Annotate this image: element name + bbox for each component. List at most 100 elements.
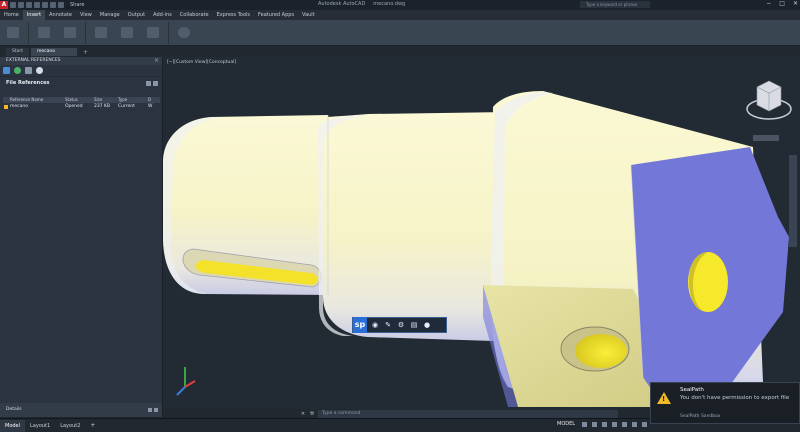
help-icon[interactable] — [36, 67, 43, 74]
import-icon — [95, 27, 107, 38]
grid-icon[interactable] — [582, 422, 587, 427]
polar-icon[interactable] — [612, 422, 617, 427]
tab-insert[interactable]: Insert — [22, 10, 46, 20]
list-view-icon[interactable] — [25, 67, 32, 74]
details-tools — [148, 408, 158, 412]
command-line: ✕ ⚒ Type a command — [300, 409, 640, 418]
print-icon[interactable]: ▤ — [409, 320, 419, 330]
annotation-scale-icon[interactable] — [632, 422, 637, 427]
user-icon[interactable]: ● — [422, 320, 432, 330]
ribbon-tool-4[interactable] — [90, 22, 112, 44]
block-icon — [7, 27, 19, 38]
ribbon-panel — [0, 20, 800, 46]
navigation-bar — [789, 155, 797, 247]
reference-type: Current — [118, 104, 135, 109]
save-as-icon[interactable] — [34, 2, 40, 8]
ribbon-tool-1[interactable] — [2, 22, 24, 44]
preview-icon[interactable] — [154, 408, 158, 412]
close-icon[interactable]: ✕ — [300, 411, 306, 417]
close-icon[interactable]: × — [154, 57, 159, 64]
ortho-icon[interactable] — [602, 422, 607, 427]
3d-model — [163, 80, 797, 407]
data-link-icon — [147, 27, 159, 38]
tab-add-ins[interactable]: Add-ins — [149, 10, 176, 20]
reference-size: 237 KB — [94, 104, 111, 109]
view-icon[interactable]: ◉ — [370, 320, 380, 330]
sealpath-logo-icon: sp — [353, 317, 367, 333]
tab-express-tools[interactable]: Express Tools — [213, 10, 254, 20]
title-bar: A Share Autodesk AutoCAD mecano.dwg Type… — [0, 0, 800, 10]
tab-home[interactable]: Home — [0, 10, 23, 20]
reference-name: mecano — [3, 103, 65, 110]
viewcube-icon — [746, 80, 792, 141]
list-view-icon[interactable] — [146, 81, 151, 86]
plot-icon[interactable] — [42, 2, 48, 8]
references-table: Reference Name Status Size Type D mecano… — [3, 97, 160, 110]
window-controls: − □ ✕ — [766, 0, 798, 7]
command-input[interactable]: Type a command — [318, 409, 618, 418]
file-tab-start[interactable]: Start — [6, 48, 29, 56]
ribbon-tool-5[interactable] — [116, 22, 138, 44]
notification-title: SealPath — [680, 387, 704, 393]
file-tab-mecano[interactable]: mecano — [31, 48, 77, 56]
tab-output[interactable]: Output — [124, 10, 149, 20]
close-icon[interactable]: ✕ — [793, 0, 798, 7]
tab-manage[interactable]: Manage — [96, 10, 124, 20]
palette-toolbar — [0, 65, 162, 77]
ribbon-tool-7[interactable] — [173, 22, 195, 44]
workspace-icon[interactable] — [642, 422, 647, 427]
settings-icon[interactable]: ⚙ — [396, 320, 406, 330]
new-icon[interactable] — [10, 2, 16, 8]
redo-icon[interactable] — [58, 2, 64, 8]
file-references-header: File References — [6, 80, 50, 86]
layout-tab-model[interactable]: Model — [0, 419, 26, 432]
window-title: Autodesk AutoCAD mecano.dwg — [318, 1, 406, 7]
edit-icon[interactable]: ✎ — [383, 320, 393, 330]
minimize-icon[interactable]: − — [766, 0, 771, 7]
tab-vault[interactable]: Vault — [298, 10, 319, 20]
ribbon-tool-6[interactable] — [142, 22, 164, 44]
open-icon[interactable] — [18, 2, 24, 8]
search-input[interactable]: Type a keyword or phrase — [580, 1, 650, 8]
save-icon[interactable] — [26, 2, 32, 8]
model-space-indicator[interactable]: MODEL — [557, 421, 575, 427]
tree-view-icon[interactable] — [153, 81, 158, 86]
external-references-palette: EXTERNAL REFERENCES × File References Re… — [0, 57, 163, 417]
ribbon-divider — [85, 21, 86, 44]
osnap-icon[interactable] — [622, 422, 627, 427]
details-view-icon[interactable] — [148, 408, 152, 412]
tab-annotate[interactable]: Annotate — [45, 10, 76, 20]
palette-title: EXTERNAL REFERENCES — [0, 57, 162, 65]
share-button[interactable]: Share — [70, 2, 84, 8]
tab-collaborate[interactable]: Collaborate — [176, 10, 213, 20]
tab-view[interactable]: View — [76, 10, 96, 20]
sealpath-notification[interactable]: ! SealPath You don't have permission to … — [650, 382, 800, 424]
autocad-logo-icon[interactable]: A — [0, 1, 8, 9]
new-tab-button[interactable]: + — [79, 49, 92, 56]
add-layout-button[interactable]: + — [85, 420, 100, 432]
refresh-icon[interactable] — [14, 67, 21, 74]
maximize-icon[interactable]: □ — [779, 0, 785, 7]
undo-icon[interactable] — [50, 2, 56, 8]
ribbon-divider — [28, 21, 29, 44]
status-toggles — [582, 422, 647, 427]
snap-icon[interactable] — [592, 422, 597, 427]
view-mode-tools — [146, 81, 158, 86]
ribbon-tool-3[interactable] — [59, 22, 81, 44]
notification-message: You don't have permission to export file — [680, 395, 790, 401]
layout-tab-layout1[interactable]: Layout1 — [25, 420, 55, 432]
tab-featured-apps[interactable]: Featured Apps — [254, 10, 298, 20]
viewport-controls-label[interactable]: [−][Custom View][Conceptual] — [167, 60, 236, 65]
attach-dwg-icon[interactable] — [3, 67, 10, 74]
wrench-icon[interactable]: ⚒ — [309, 411, 315, 417]
drawing-viewport[interactable]: [−][Custom View][Conceptual] — [163, 57, 800, 409]
quick-access-toolbar — [10, 2, 64, 8]
field-icon — [121, 27, 133, 38]
table-row[interactable]: mecano Opened 237 KB Current W — [3, 103, 160, 110]
dwg-file-icon — [4, 104, 8, 109]
layout-tab-layout2[interactable]: Layout2 — [55, 420, 85, 432]
warning-mark: ! — [662, 395, 666, 403]
details-panel[interactable]: Details — [0, 403, 162, 417]
location-icon — [178, 27, 190, 38]
ribbon-tool-2[interactable] — [33, 22, 55, 44]
